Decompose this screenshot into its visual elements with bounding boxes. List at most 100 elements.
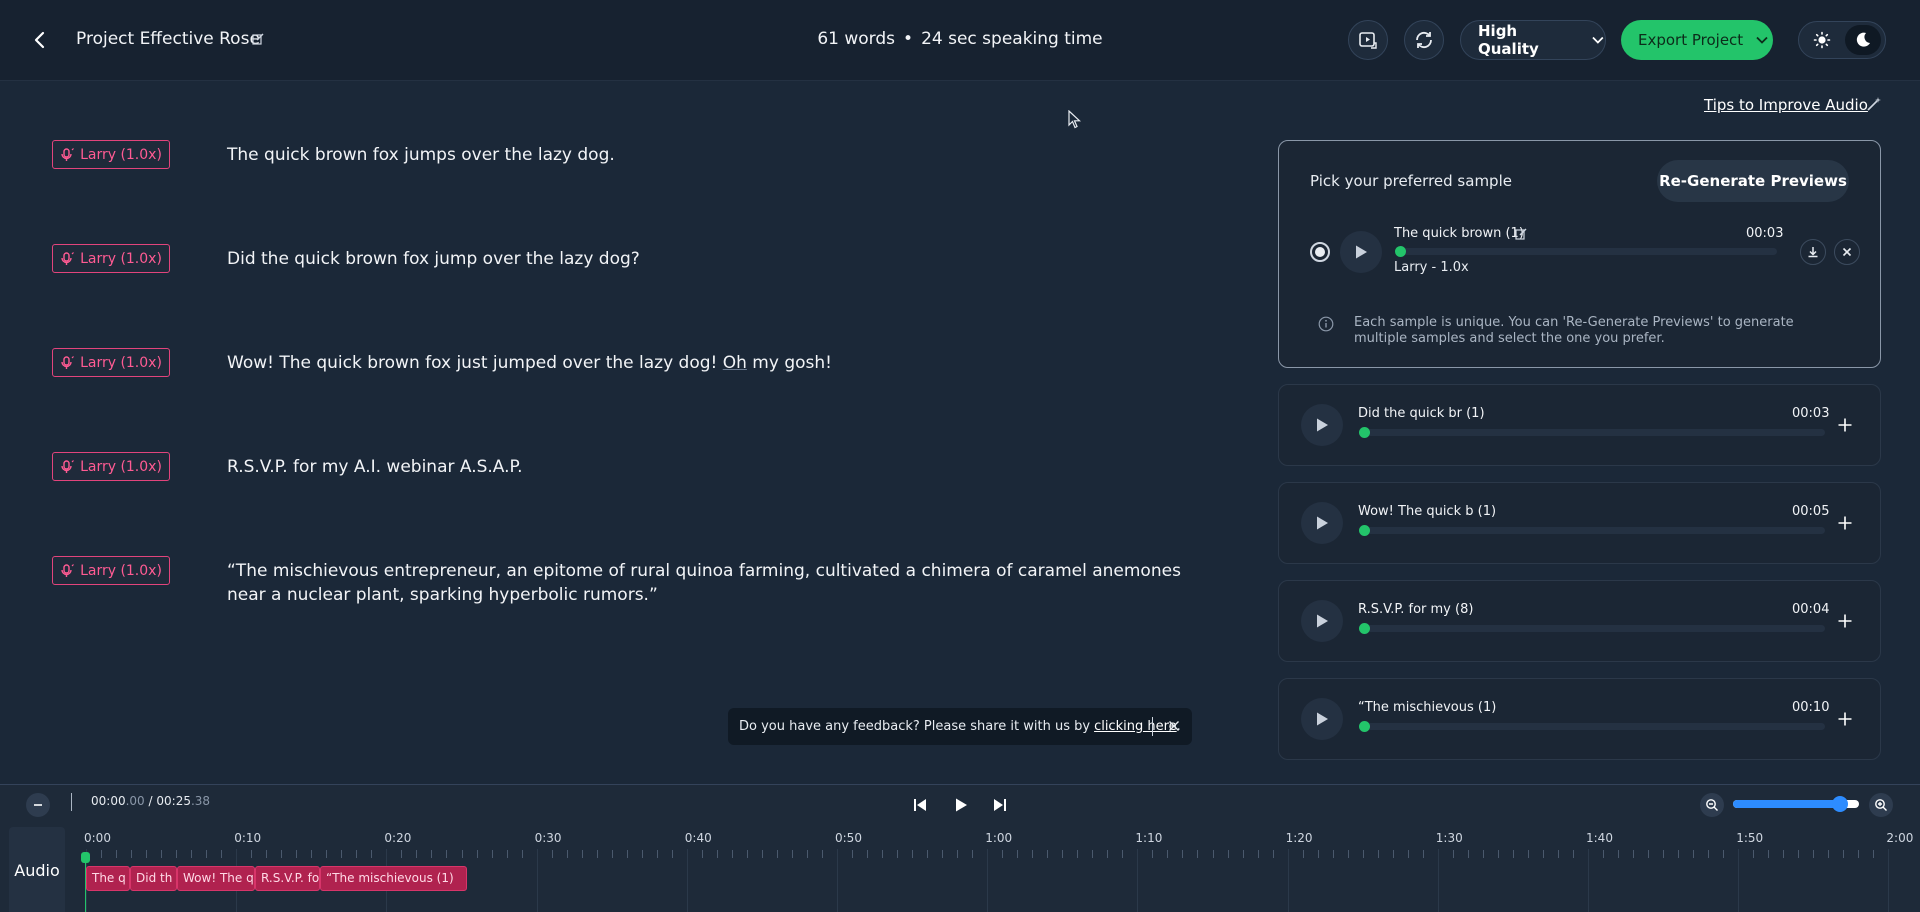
ruler-tick: [806, 850, 808, 858]
card-progress-track[interactable]: [1359, 427, 1825, 438]
ruler-tick: [1302, 850, 1304, 858]
ruler-tick: [731, 850, 733, 858]
ruler-tick: [1753, 850, 1755, 858]
voice-tag[interactable]: Larry (1.0x): [52, 348, 170, 377]
zoom-out-icon: [1706, 799, 1718, 811]
card-progress-track[interactable]: [1359, 623, 1825, 634]
ruler-tick: [761, 850, 763, 858]
voice-tag[interactable]: Larry (1.0x): [52, 140, 170, 169]
ruler-tick: [131, 850, 133, 858]
ruler-tick: [776, 850, 778, 858]
underlined-word[interactable]: Oh: [723, 353, 747, 373]
play-timeline-button[interactable]: [947, 791, 975, 819]
progress-knob[interactable]: [1359, 525, 1370, 536]
ruler-tick: [1783, 850, 1785, 858]
zoom-in-button[interactable]: [1869, 793, 1893, 817]
voice-tag[interactable]: Larry (1.0x): [52, 556, 170, 585]
ruler-tick: [1603, 850, 1605, 858]
close-toast-button[interactable]: [1164, 716, 1184, 736]
sample-progress-track[interactable]: [1395, 246, 1777, 257]
edit-pencil-icon[interactable]: [1515, 228, 1527, 240]
ruler-tick: [1512, 850, 1514, 858]
sample-radio[interactable]: [1310, 242, 1330, 262]
progress-knob[interactable]: [1359, 623, 1370, 634]
progress-knob[interactable]: [1359, 427, 1370, 438]
line-text[interactable]: Did the quick brown fox jump over the la…: [227, 247, 1217, 271]
ruler-gridline: [1287, 849, 1289, 912]
card-name: Wow! The quick b (1): [1358, 504, 1497, 519]
voice-tag-label: Larry (1.0x): [80, 146, 162, 163]
light-mode-button[interactable]: [1809, 28, 1835, 52]
zoom-slider-thumb[interactable]: [1832, 796, 1849, 812]
card-name: “The mischievous (1): [1358, 700, 1497, 715]
add-sample-button[interactable]: [1833, 413, 1857, 437]
feedback-toast: Do you have any feedback? Please share i…: [728, 708, 1192, 745]
timeline-clip[interactable]: Wow! The q: [177, 866, 255, 891]
timeline-clip[interactable]: The q: [86, 866, 130, 891]
ruler-tick: [1317, 850, 1319, 858]
line-text[interactable]: Wow! The quick brown fox just jumped ove…: [227, 351, 1217, 375]
voice-tag[interactable]: Larry (1.0x): [52, 452, 170, 481]
download-button[interactable]: [1800, 239, 1826, 265]
plus-icon: [1838, 614, 1852, 628]
add-sample-button[interactable]: [1833, 609, 1857, 633]
refresh-button[interactable]: [1404, 20, 1444, 60]
collapse-timeline-button[interactable]: [26, 793, 50, 817]
export-project-button[interactable]: Export Project: [1621, 20, 1773, 60]
skip-forward-icon: [994, 799, 1006, 811]
timeline-clip[interactable]: R.S.V.P. fo: [255, 866, 320, 891]
audio-track-label: Audio: [9, 827, 65, 912]
tips-link[interactable]: Tips to Improve Audio: [1704, 96, 1868, 114]
ruler-tick: [1693, 850, 1695, 858]
remove-sample-button[interactable]: [1834, 239, 1860, 265]
play-button[interactable]: [1301, 502, 1343, 544]
progress-knob[interactable]: [1395, 246, 1406, 257]
ruler-tick: [1362, 850, 1364, 858]
skip-back-button[interactable]: [906, 791, 934, 819]
top-bar: Project Effective Rose 61 words • 24 sec s…: [0, 0, 1920, 81]
timeline-clip[interactable]: “The mischievous (1): [320, 866, 467, 891]
line-text-part: my gosh!: [746, 353, 832, 373]
quality-dropdown[interactable]: High Quality: [1460, 20, 1606, 60]
preview-card: “The mischievous (1) 00:10: [1278, 678, 1881, 760]
play-button[interactable]: [1301, 698, 1343, 740]
quality-label: High Quality: [1478, 22, 1539, 58]
timeline-clip[interactable]: Did th: [130, 866, 177, 891]
ruler-tick: [1227, 850, 1229, 858]
ruler-tick-label: 0:10: [234, 831, 262, 845]
regenerate-previews-button[interactable]: Re-Generate Previews: [1657, 160, 1849, 202]
voice-tag-label: Larry (1.0x): [80, 250, 162, 267]
ruler-tick: [1452, 850, 1454, 858]
ruler-gridline: [837, 849, 838, 912]
line-text[interactable]: “The mischievous entrepreneur, an epitom…: [227, 559, 1217, 607]
add-sample-button[interactable]: [1833, 511, 1857, 535]
line-text[interactable]: R.S.V.P. for my A.I. webinar A.S.A.P.: [227, 455, 1217, 479]
ruler-tick: [641, 850, 643, 858]
ruler-tick: [1557, 850, 1559, 858]
voice-tag[interactable]: Larry (1.0x): [52, 244, 170, 273]
ruler-tick: [1002, 850, 1004, 858]
ruler-gridline: [686, 849, 688, 912]
play-button[interactable]: [1301, 600, 1343, 642]
play-button[interactable]: [1340, 231, 1382, 273]
dark-mode-button[interactable]: [1845, 25, 1881, 55]
ruler-tick: [912, 850, 914, 858]
ruler-tick: [206, 850, 208, 858]
add-sample-button[interactable]: [1833, 707, 1857, 731]
zoom-slider[interactable]: [1733, 796, 1859, 812]
time-divider: /: [148, 794, 153, 808]
playhead-handle[interactable]: [81, 852, 90, 863]
ruler-tick: [476, 850, 478, 858]
skip-forward-button[interactable]: [986, 791, 1014, 819]
preview-video-button[interactable]: [1348, 20, 1388, 60]
ruler-tick: [401, 850, 403, 858]
ruler-tick-label: 1:00: [985, 831, 1013, 845]
progress-knob[interactable]: [1359, 721, 1370, 732]
line-text[interactable]: The quick brown fox jumps over the lazy …: [227, 143, 1217, 167]
card-progress-track[interactable]: [1359, 525, 1825, 536]
zoom-out-button[interactable]: [1700, 793, 1724, 817]
card-progress-track[interactable]: [1359, 721, 1825, 732]
ruler-tick: [1422, 850, 1424, 858]
ruler-tick: [1467, 850, 1469, 858]
play-button[interactable]: [1301, 404, 1343, 446]
